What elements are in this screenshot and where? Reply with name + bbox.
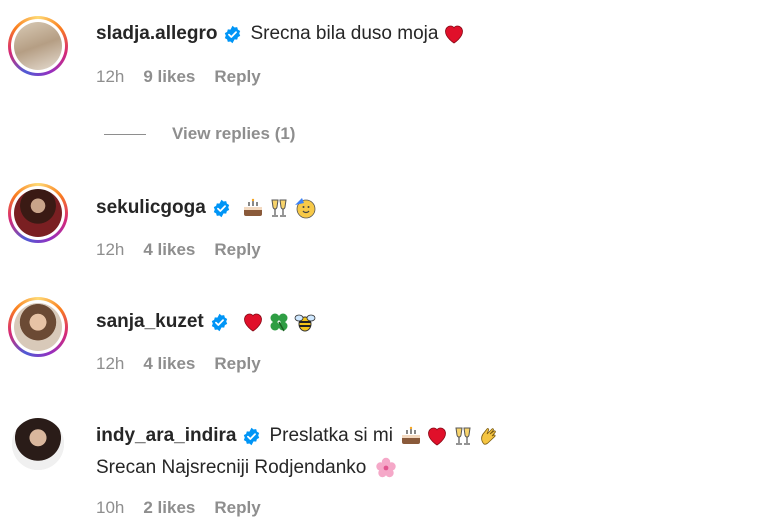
timestamp: 10h	[96, 498, 125, 517]
reply-button[interactable]: Reply	[214, 240, 260, 260]
cake-icon	[399, 424, 423, 448]
username[interactable]: sanja_kuzet	[96, 310, 204, 334]
likes-count[interactable]: 2 likes	[143, 498, 195, 518]
verified-badge-icon	[242, 427, 261, 446]
timestamp: 12h	[96, 354, 125, 373]
reply-button[interactable]: Reply	[214, 67, 260, 87]
cake-icon	[241, 196, 265, 220]
four-leaf-clover-icon	[267, 310, 291, 334]
verified-badge-icon	[223, 25, 242, 44]
verified-badge-icon	[212, 199, 231, 218]
cherry-blossom-icon	[374, 456, 398, 480]
verified-badge-icon	[210, 313, 229, 332]
comment-text: Srecna bila duso moja	[250, 23, 439, 44]
view-replies-label: View replies (1)	[172, 124, 296, 143]
bee-icon	[293, 310, 317, 334]
avatar[interactable]	[8, 297, 68, 357]
comment-text: Preslatka si mi	[269, 425, 393, 446]
reply-button[interactable]: Reply	[214, 354, 260, 374]
likes-count[interactable]: 9 likes	[143, 67, 195, 87]
red-heart-icon	[442, 22, 466, 46]
timestamp: 12h	[96, 240, 125, 259]
avatar[interactable]	[8, 16, 68, 76]
red-heart-icon	[241, 310, 265, 334]
timestamp: 12h	[96, 67, 125, 86]
clapping-hands-icon	[477, 424, 501, 448]
partying-face-icon	[293, 196, 317, 220]
username[interactable]: sladja.allegro	[96, 22, 217, 46]
red-heart-icon	[425, 424, 449, 448]
likes-count[interactable]: 4 likes	[143, 354, 195, 374]
username[interactable]: indy_ara_indira	[96, 424, 236, 448]
clinking-glasses-icon	[267, 196, 291, 220]
divider	[104, 133, 146, 135]
comment-text-line2: Srecan Najsrecniji Rodjendanko	[96, 457, 367, 479]
reply-button[interactable]: Reply	[214, 498, 260, 518]
avatar[interactable]	[8, 183, 68, 243]
clinking-glasses-icon	[451, 424, 475, 448]
username[interactable]: sekulicgoga	[96, 196, 206, 220]
avatar[interactable]	[12, 418, 64, 470]
likes-count[interactable]: 4 likes	[143, 240, 195, 260]
view-replies-button[interactable]: View replies (1)	[104, 124, 295, 144]
